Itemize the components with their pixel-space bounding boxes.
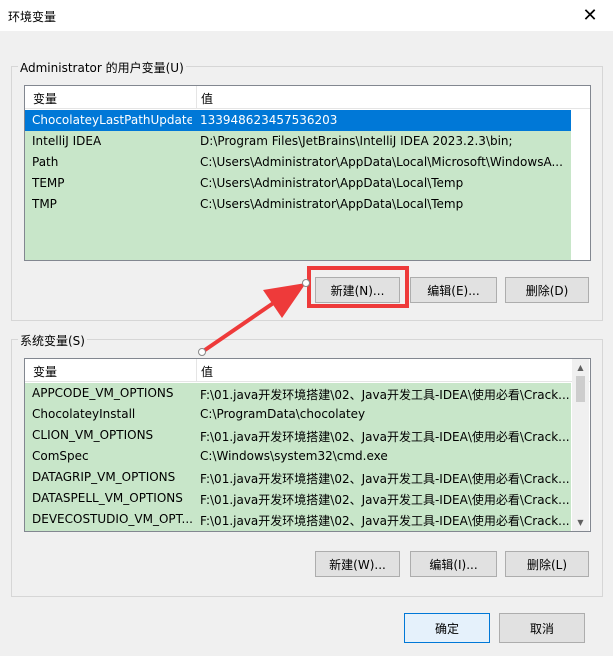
environment-variables-dialog: 环境变量 ✕ Administrator 的用户变量(U) 变量 值 Choco… — [0, 0, 613, 656]
annotation-arrow-icon — [198, 279, 310, 356]
